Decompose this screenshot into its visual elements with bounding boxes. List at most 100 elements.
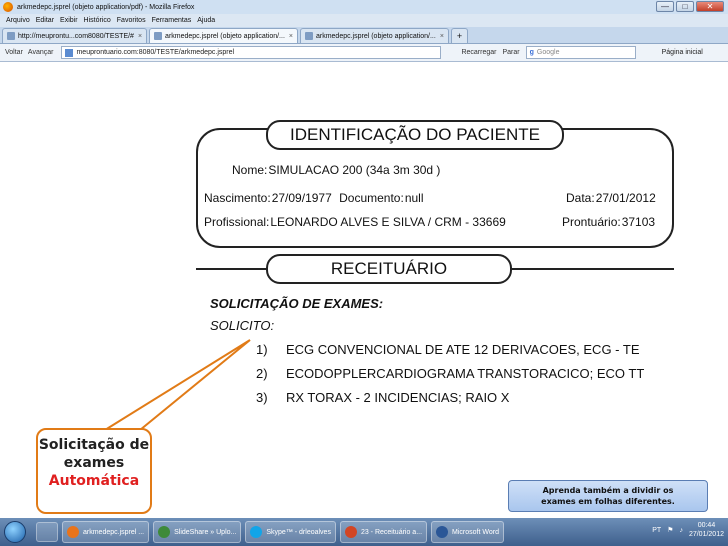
nome-field: Nome:SIMULACAO 200 (34a 3m 30d ): [232, 163, 440, 177]
menu-ferramentas[interactable]: Ferramentas: [152, 17, 192, 24]
page-icon: [154, 32, 163, 40]
exam-text: RX TORAX - 2 INCIDENCIAS; RAIO X: [286, 390, 510, 405]
url-text: meuprontuario.com:8080/TESTE/arkmedepc.j…: [76, 49, 235, 56]
data-value: 27/01/2012: [595, 191, 656, 205]
firefox-icon: [3, 2, 13, 12]
reload-button[interactable]: Recarregar: [461, 49, 496, 56]
menu-editar[interactable]: Editar: [36, 17, 54, 24]
tab-close-icon[interactable]: ×: [138, 33, 142, 40]
exam-item: 1) ECG CONVENCIONAL DE ATE 12 DERIVACOES,…: [256, 342, 640, 357]
clock[interactable]: 00:44 27/01/2012: [689, 521, 724, 539]
tab-bar: http://meuprontu...com8080/TESTE/# × ark…: [0, 27, 728, 44]
solicitacao-heading: SOLICITAÇÃO DE EXAMES:: [210, 296, 384, 311]
menu-ajuda[interactable]: Ajuda: [197, 17, 215, 24]
system-tray: PT ⚑ ♪ 00:44 27/01/2012: [652, 521, 724, 539]
solicito-label: SOLICITO:: [210, 318, 275, 333]
minimize-button[interactable]: —: [656, 1, 674, 12]
annotation-callout: Solicitação de exames Automática: [36, 428, 152, 514]
exam-item: 2) ECODOPPLERCARDIOGRAMA TRANSTORACICO; E…: [256, 366, 644, 381]
documento-label: Documento:: [339, 191, 404, 205]
exam-number: 1): [256, 342, 268, 357]
taskbar-item-firefox[interactable]: arkmedepc.jsprel ...: [62, 521, 150, 543]
clock-date: 27/01/2012: [688, 531, 724, 538]
volume-icon[interactable]: ♪: [679, 527, 683, 534]
powerpoint-icon: [344, 526, 357, 538]
taskbar-item-skype[interactable]: Skype™ - drleoalves: [245, 521, 336, 543]
new-tab-button[interactable]: +: [450, 28, 469, 43]
menu-bar: Arquivo Editar Exibir Histórico Favorito…: [0, 14, 728, 27]
profissional-label: Profissional:: [204, 215, 270, 229]
callout-line3: Automática: [48, 473, 140, 489]
prontuario-label: Prontuário:: [562, 215, 621, 229]
tab-label: http://meuprontu...com8080/TESTE/#: [18, 32, 134, 40]
data-label: Data:: [566, 191, 595, 205]
taskbar-item-label: Microsoft Word: [452, 528, 499, 536]
site-icon: [65, 48, 74, 57]
taskbar-item-label: 23 - Receituário a...: [360, 528, 423, 536]
window-controls: — □ ✕: [656, 1, 724, 12]
explorer-icon[interactable]: [36, 522, 58, 542]
navigation-bar: Voltar Avançar meuprontuario.com:8080/TE…: [0, 44, 728, 62]
exam-text: ECODOPPLERCARDIOGRAMA TRANSTORACICO; ECO…: [286, 366, 645, 381]
maximize-button[interactable]: □: [676, 1, 694, 12]
exam-text: ECG CONVENCIONAL DE ATE 12 DERIVACOES, E…: [286, 342, 640, 357]
exam-number: 2): [256, 366, 268, 381]
address-bar[interactable]: meuprontuario.com:8080/TESTE/arkmedepc.j…: [61, 46, 442, 59]
nascimento-value: 27/09/1977: [271, 191, 332, 205]
taskbar-item-powerpoint[interactable]: 23 - Receituário a...: [339, 521, 428, 543]
tip-line1: Aprenda também a dividir os: [542, 486, 674, 495]
menu-exibir[interactable]: Exibir: [60, 17, 78, 24]
menu-historico[interactable]: Histórico: [84, 17, 111, 24]
callout-line1: Solicitação de: [38, 437, 150, 453]
flag-icon[interactable]: ⚑: [667, 526, 673, 534]
taskbar-item-label: arkmedepc.jsprel ...: [83, 528, 145, 536]
patient-id-title: IDENTIFICAÇÃO DO PACIENTE: [266, 120, 564, 150]
tab-arkmedepc-1[interactable]: arkmedepc.jsprel (objeto application/...…: [149, 28, 298, 43]
menu-favoritos[interactable]: Favoritos: [117, 17, 146, 24]
google-icon: g: [529, 49, 534, 56]
menu-arquivo[interactable]: Arquivo: [6, 17, 30, 24]
tab-arkmedepc-2[interactable]: arkmedepc.jsprel (objeto application/...…: [299, 28, 449, 43]
nascimento-label: Nascimento:: [204, 191, 271, 205]
window-title: arkmedepc.jsprel (objeto application/pdf…: [17, 3, 195, 11]
exam-item: 3) RX TORAX - 2 INCIDENCIAS; RAIO X: [256, 390, 509, 405]
documento-value: null: [404, 191, 424, 205]
stop-button[interactable]: Parar: [502, 49, 519, 56]
tab-label: arkmedepc.jsprel (objeto application/...: [165, 32, 285, 40]
start-button[interactable]: [4, 521, 26, 543]
skype-icon: [250, 526, 263, 538]
profissional-field: Profissional:LEONARDO ALVES E SILVA / CR…: [204, 215, 506, 229]
receituario-title: RECEITUÁRIO: [266, 254, 512, 284]
back-button[interactable]: Voltar: [5, 49, 23, 56]
tab-meuprontuario[interactable]: http://meuprontu...com8080/TESTE/# ×: [2, 28, 148, 43]
tab-close-icon[interactable]: ×: [440, 33, 444, 40]
nascimento-field: Nascimento:27/09/1977 Documento:null: [204, 191, 424, 205]
nome-value: SIMULACAO 200 (34a 3m 30d ): [268, 163, 441, 177]
search-input[interactable]: g Google: [525, 46, 636, 59]
prontuario-field: Prontuário:37103: [562, 215, 655, 229]
language-indicator[interactable]: PT: [652, 527, 661, 534]
taskbar-item-label: SlideShare » Uplo...: [174, 528, 237, 536]
firefox-icon: [67, 526, 79, 538]
page-icon: [304, 32, 313, 40]
title-bar: arkmedepc.jsprel (objeto application/pdf…: [0, 0, 728, 14]
taskbar-item-chrome[interactable]: SlideShare » Uplo...: [153, 521, 242, 543]
tab-label: arkmedepc.jsprel (objeto application/...: [315, 32, 436, 40]
nome-label: Nome:: [232, 163, 268, 177]
taskbar-item-label: Skype™ - drleoalves: [266, 528, 331, 536]
tip-line2: exames em folhas diferentes.: [541, 497, 675, 506]
tip-box: Aprenda também a dividir os exames em fo…: [508, 480, 708, 512]
word-icon: [436, 526, 449, 538]
data-field: Data:27/01/2012: [566, 191, 656, 205]
chrome-icon: [158, 526, 171, 538]
nav-actions: Recarregar Parar g Google: [461, 46, 636, 59]
forward-button[interactable]: Avançar: [28, 49, 54, 56]
close-button[interactable]: ✕: [696, 1, 724, 12]
clock-time: 00:44: [697, 522, 716, 529]
tab-close-icon[interactable]: ×: [289, 33, 293, 40]
taskbar-item-word[interactable]: Microsoft Word: [431, 521, 504, 543]
profissional-value: LEONARDO ALVES E SILVA / CRM - 33669: [270, 215, 506, 229]
home-button[interactable]: Página inicial: [662, 49, 703, 56]
search-placeholder: Google: [536, 49, 560, 56]
taskbar: arkmedepc.jsprel ... SlideShare » Uplo..…: [0, 518, 728, 546]
